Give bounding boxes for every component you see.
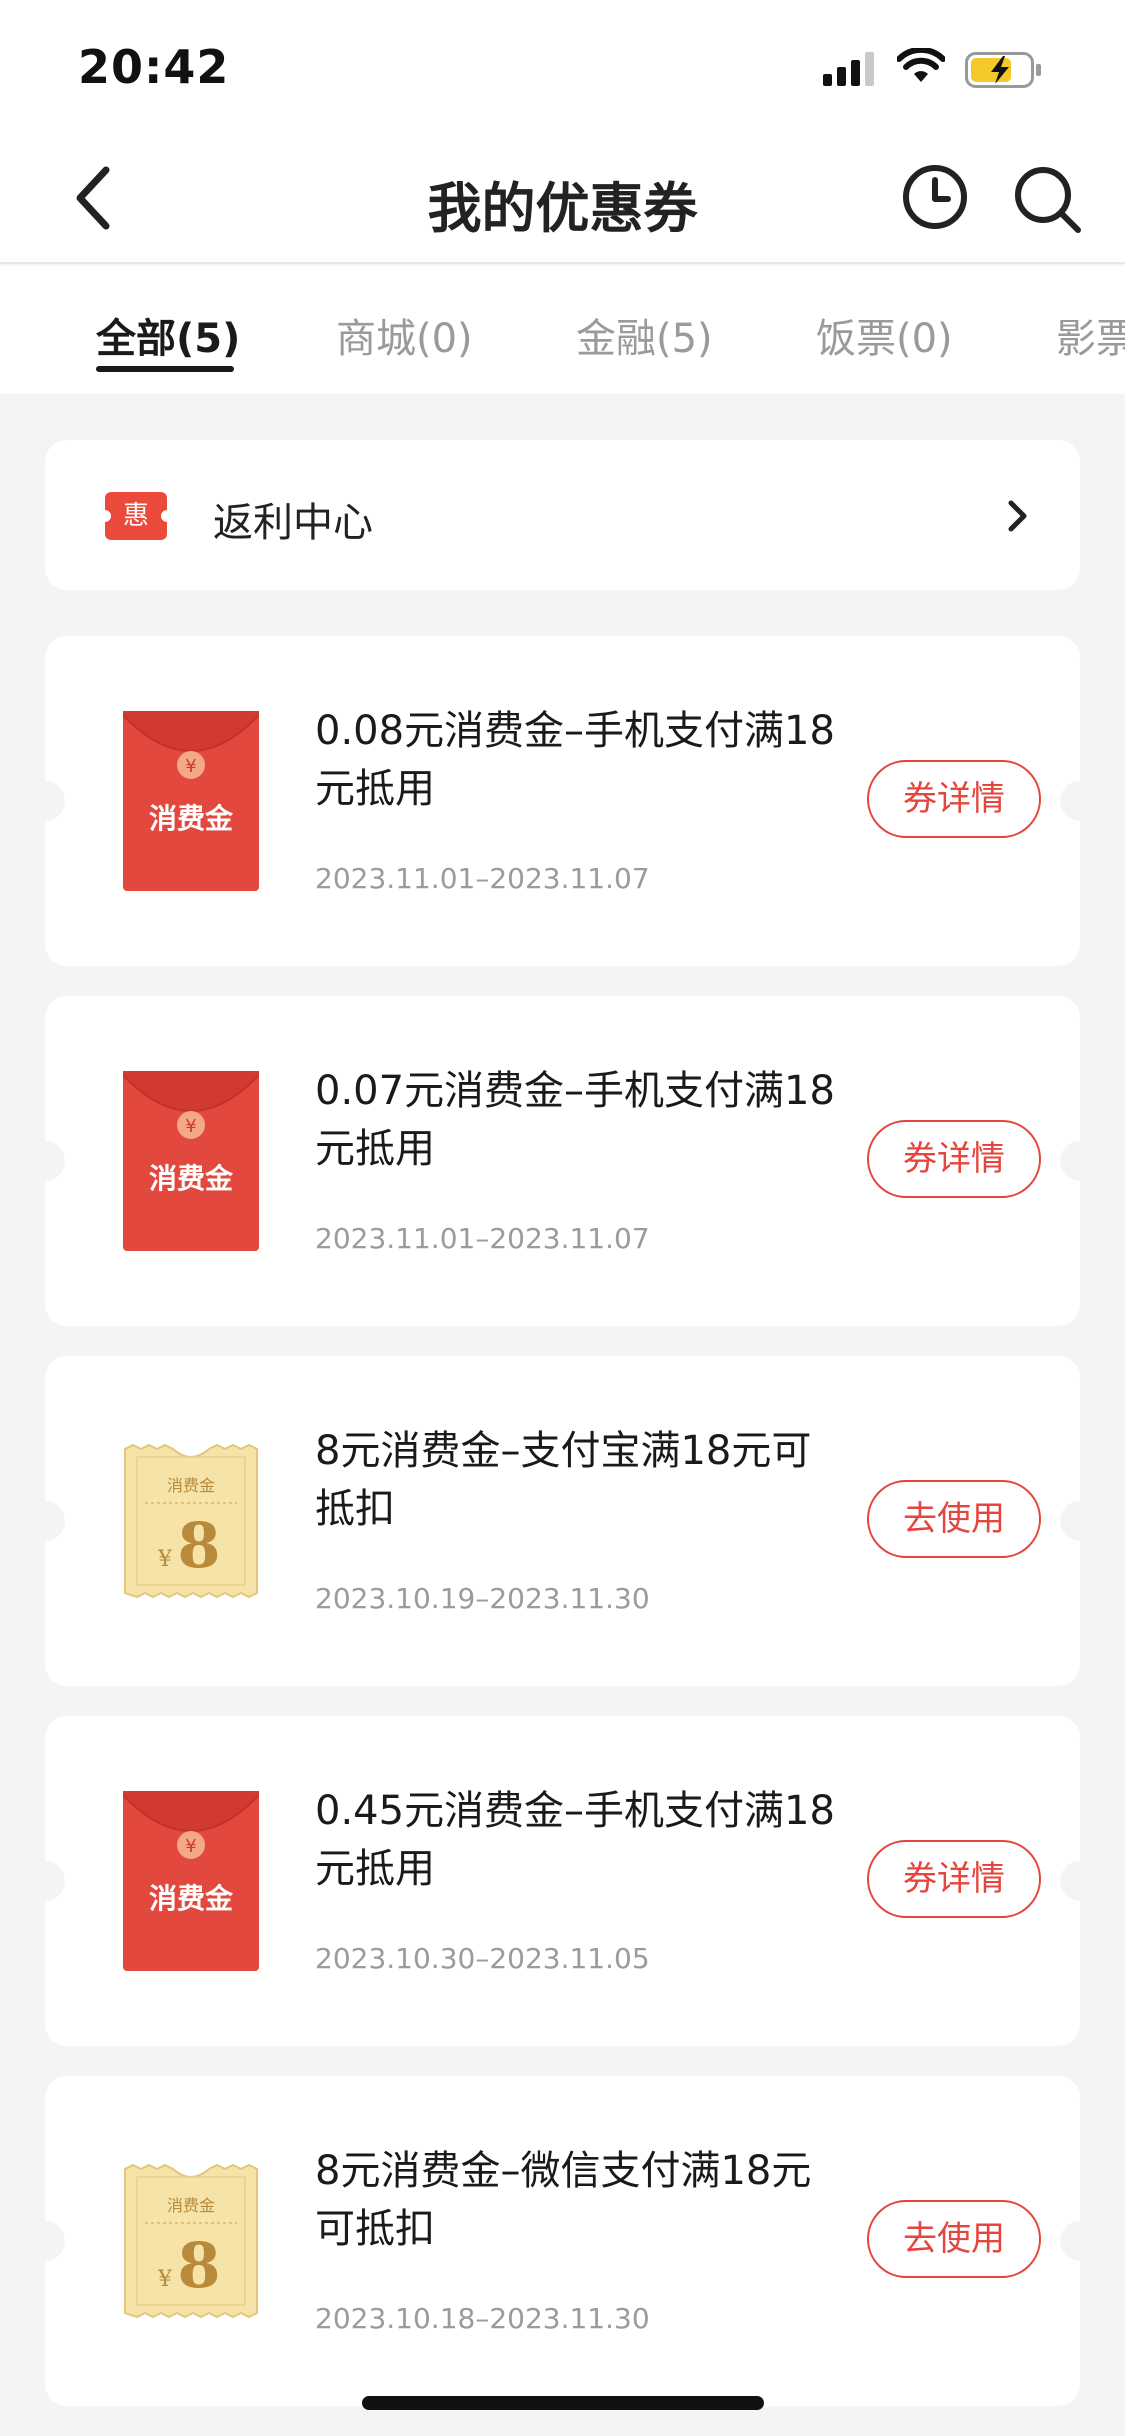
coupon-title: 0.08元消费金–手机支付满18元抵用: [315, 708, 835, 812]
coupon-details-button[interactable]: 券详情: [867, 1840, 1041, 1918]
home-indicator: [362, 2396, 764, 2410]
yuan-symbol: ¥: [157, 1547, 173, 1572]
thumb-amount: 8: [177, 2229, 220, 2302]
status-time: 20:42: [78, 40, 230, 94]
card-notch: [1060, 781, 1100, 821]
card-notch: [1060, 1501, 1100, 1541]
coupon-card: ¥ 消费金 0.07元消费金–手机支付满18元抵用 2023.11.01–202…: [25, 996, 1100, 1326]
coupon-details-button[interactable]: 券详情: [867, 760, 1041, 838]
yuan-symbol: ¥: [157, 2267, 173, 2292]
tab-mall[interactable]: 商城(0): [336, 306, 473, 364]
coupon-details-button[interactable]: 券详情: [867, 1120, 1041, 1198]
rebate-badge-icon: 惠: [99, 492, 173, 540]
tab-finance[interactable]: 金融(5): [576, 306, 713, 364]
yuan-symbol: ¥: [185, 756, 196, 777]
gold-ticket-icon: 消费金 ¥ 8: [124, 1443, 258, 1599]
yuan-symbol: ¥: [185, 1836, 196, 1857]
yuan-symbol: ¥: [185, 1116, 196, 1137]
coupon-validity: 2023.10.19–2023.11.30: [315, 1582, 650, 1615]
tab-meal-ticket[interactable]: 饭票(0): [816, 306, 953, 364]
coupon-validity: 2023.10.30–2023.11.05: [315, 1942, 650, 1975]
search-icon[interactable]: [1010, 162, 1084, 236]
coupon-title: 8元消费金–微信支付满18元可抵扣: [315, 2148, 812, 2252]
gold-ticket-icon: 消费金 ¥ 8: [124, 2163, 258, 2319]
cellular-signal-icon: [823, 52, 874, 86]
coupon-card: 消费金 ¥ 8 8元消费金–微信支付满18元可抵扣 2023.10.18–202…: [25, 2076, 1100, 2406]
thumb-label: 消费金: [149, 1162, 234, 1195]
red-envelope-icon: ¥ 消费金: [123, 1791, 259, 1971]
card-notch: [25, 1861, 65, 1901]
clock-icon[interactable]: [900, 162, 970, 232]
card-notch: [25, 1141, 65, 1181]
card-notch: [25, 781, 65, 821]
coupon-validity: 2023.11.01–2023.11.07: [315, 1222, 650, 1255]
status-bar: 20:42: [0, 0, 1125, 132]
coupon-title: 0.07元消费金–手机支付满18元抵用: [315, 1068, 835, 1172]
rebate-center-label: 返利中心: [213, 500, 373, 546]
navigation-bar: 我的优惠券: [0, 132, 1125, 264]
thumb-label: 消费金: [167, 1476, 215, 1495]
card-notch: [25, 1501, 65, 1541]
card-notch: [1060, 1861, 1100, 1901]
coupon-validity: 2023.11.01–2023.11.07: [315, 862, 650, 895]
use-coupon-button[interactable]: 去使用: [867, 2200, 1041, 2278]
tab-movie-ticket[interactable]: 影票: [1056, 306, 1125, 364]
thumb-amount: 8: [177, 1509, 220, 1582]
coupon-card: ¥ 消费金 0.08元消费金–手机支付满18元抵用 2023.11.01–202…: [25, 636, 1100, 966]
red-envelope-icon: ¥ 消费金: [123, 1071, 259, 1251]
thumb-label: 消费金: [167, 2196, 215, 2215]
coupon-card: 消费金 ¥ 8 8元消费金–支付宝满18元可抵扣 2023.10.19–2023…: [25, 1356, 1100, 1686]
category-tabs: 全部(5) 商城(0) 金融(5) 饭票(0) 影票: [0, 266, 1125, 394]
card-notch: [1060, 2221, 1100, 2261]
wifi-icon: [897, 48, 945, 82]
coupon-card: ¥ 消费金 0.45元消费金–手机支付满18元抵用 2023.10.30–202…: [25, 1716, 1100, 2046]
coupon-title: 8元消费金–支付宝满18元可抵扣: [315, 1428, 812, 1532]
thumb-label: 消费金: [149, 1882, 234, 1915]
tab-all[interactable]: 全部(5): [96, 306, 240, 364]
coupon-validity: 2023.10.18–2023.11.30: [315, 2302, 650, 2335]
chevron-right-icon: [1008, 500, 1027, 532]
card-notch: [25, 2221, 65, 2261]
rebate-center-row[interactable]: 惠 返利中心: [45, 440, 1080, 590]
thumb-label: 消费金: [149, 802, 234, 835]
card-notch: [1060, 1141, 1100, 1181]
use-coupon-button[interactable]: 去使用: [867, 1480, 1041, 1558]
active-tab-indicator: [96, 366, 234, 372]
coupon-title: 0.45元消费金–手机支付满18元抵用: [315, 1788, 835, 1892]
battery-charging-icon: [965, 52, 1041, 88]
red-envelope-icon: ¥ 消费金: [123, 711, 259, 891]
